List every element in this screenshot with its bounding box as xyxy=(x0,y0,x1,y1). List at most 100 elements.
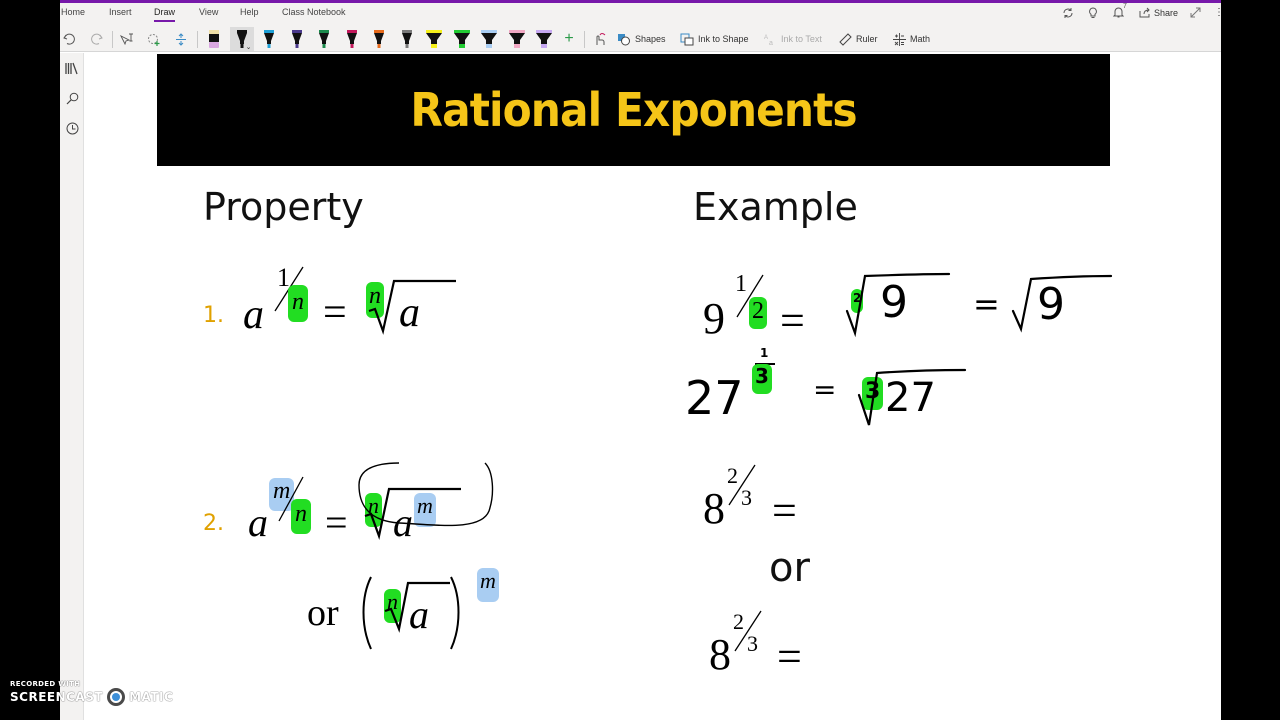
tab-class-notebook[interactable]: Class Notebook xyxy=(282,7,346,17)
svg-text:A: A xyxy=(764,35,768,41)
orange-pen-icon[interactable] xyxy=(367,27,391,51)
svg-text:a: a xyxy=(769,40,773,46)
type-select-icon[interactable] xyxy=(117,27,137,51)
alt-radicand: a xyxy=(409,592,429,637)
pink-highlighter-icon[interactable] xyxy=(505,27,529,51)
green-highlighter-icon[interactable] xyxy=(450,27,474,51)
tab-insert[interactable]: Insert xyxy=(109,7,132,17)
screencast-logo-icon xyxy=(107,688,126,706)
or-text: or xyxy=(307,592,339,634)
ruler-label: Ruler xyxy=(856,34,878,44)
base: a xyxy=(248,500,268,545)
or-text: or xyxy=(769,545,810,591)
share-icon xyxy=(1139,7,1150,18)
base: a xyxy=(243,292,264,338)
math-button[interactable]: Math xyxy=(893,27,930,51)
radicand: 27 xyxy=(885,375,936,421)
navigation-sidebar xyxy=(60,53,84,720)
ink-to-text-label: Ink to Text xyxy=(781,34,822,44)
lavender-highlighter-icon[interactable] xyxy=(532,27,556,51)
property-heading: Property xyxy=(203,185,364,229)
radicand: a xyxy=(399,290,420,336)
base: 8 xyxy=(703,484,725,533)
separator xyxy=(112,31,113,48)
ruler-button[interactable]: Ruler xyxy=(839,27,878,51)
ink-to-text-icon: Aa xyxy=(764,35,773,46)
ink-to-shape-label: Ink to Shape xyxy=(698,34,749,44)
share-button[interactable]: Share xyxy=(1139,7,1178,18)
page-title: Rational Exponents xyxy=(410,83,857,137)
notebook-page[interactable]: Rational Exponents Property Example 1. a… xyxy=(85,53,1221,720)
equals-sign: = xyxy=(323,290,347,336)
share-label: Share xyxy=(1154,7,1179,18)
example-heading: Example xyxy=(693,185,858,229)
simplified-radicand: 9 xyxy=(1037,279,1065,330)
add-pen-button[interactable]: + xyxy=(560,27,578,51)
property-number: 2. xyxy=(203,511,224,536)
separator xyxy=(584,31,585,48)
black-pen-icon[interactable]: ⌄ xyxy=(229,27,254,51)
letterbox-right xyxy=(1221,0,1280,720)
ink-replay-icon[interactable] xyxy=(590,27,608,51)
yellow-highlighter-icon[interactable] xyxy=(422,27,446,51)
notebooks-icon[interactable] xyxy=(63,59,81,77)
screencast-watermark: RECORDED WITH SCREENCAST MATIC xyxy=(10,680,173,706)
math-icon xyxy=(893,32,906,46)
expand-icon[interactable] xyxy=(1190,7,1201,18)
equals-sign: = xyxy=(777,632,802,681)
gray-pen-icon[interactable] xyxy=(395,27,419,51)
lasso-select-icon[interactable] xyxy=(144,27,164,51)
eraser-icon[interactable] xyxy=(202,27,226,51)
watermark-line2: SCREENCAST MATIC xyxy=(10,688,173,706)
exponent-denominator: 2 xyxy=(749,297,767,329)
exponent-denominator: n xyxy=(291,499,311,534)
recent-icon[interactable] xyxy=(63,119,81,137)
watermark-line1: RECORDED WITH xyxy=(10,680,81,688)
exponent-denominator: n xyxy=(288,285,308,322)
math-label: Math xyxy=(910,34,931,44)
shapes-button[interactable]: Shapes xyxy=(617,27,666,51)
exponent-numerator: 1 xyxy=(760,346,769,360)
tab-view[interactable]: View xyxy=(199,7,218,17)
title-banner: Rational Exponents xyxy=(157,54,1110,166)
green-pen-icon[interactable] xyxy=(312,27,336,51)
base: 27 xyxy=(685,371,744,425)
ruler-icon xyxy=(839,32,852,46)
base: 8 xyxy=(709,630,731,679)
onenote-window: Home Insert Draw View Help Class Noteboo… xyxy=(60,0,1224,720)
magenta-pen-icon[interactable] xyxy=(340,27,364,51)
notification-count: 7 xyxy=(1123,3,1127,10)
equals-sign: = xyxy=(813,373,837,406)
exponent-denominator: 3 xyxy=(747,631,758,656)
lightblue-highlighter-icon[interactable] xyxy=(477,27,501,51)
sync-icon[interactable] xyxy=(1062,7,1074,19)
watermark-brand-a: SCREENCAST xyxy=(10,690,104,704)
ink-to-shape-button[interactable]: Ink to Shape xyxy=(680,27,749,51)
circled-annotation xyxy=(358,462,494,527)
base: 9 xyxy=(703,294,725,343)
notifications-icon[interactable]: 7 xyxy=(1113,3,1127,18)
equals-sign: = xyxy=(973,285,1000,323)
blue-pen-icon[interactable] xyxy=(257,27,281,51)
exponent-denominator: 3 xyxy=(741,485,752,510)
ink-to-shape-icon xyxy=(680,33,694,45)
add-space-icon[interactable] xyxy=(171,27,191,51)
alt-exponent: m xyxy=(477,568,499,602)
draw-toolbar: ⌄ + Shapes Ink to Shape Aa Ink to Text R… xyxy=(60,27,1221,51)
tab-draw[interactable]: Draw xyxy=(154,7,176,22)
search-icon[interactable] xyxy=(63,89,81,107)
ribbon: Home Insert Draw View Help Class Noteboo… xyxy=(60,3,1224,52)
undo-icon[interactable] xyxy=(61,27,77,51)
purple-pen-icon[interactable] xyxy=(285,27,309,51)
equals-sign: = xyxy=(772,486,797,535)
exponent-denominator: 3 xyxy=(752,364,772,394)
shapes-label: Shapes xyxy=(635,34,666,44)
tab-help[interactable]: Help xyxy=(240,7,259,17)
tab-home[interactable]: Home xyxy=(61,7,85,17)
ink-to-text-button[interactable]: Aa Ink to Text xyxy=(763,27,822,51)
separator xyxy=(197,31,198,48)
lightbulb-icon[interactable] xyxy=(1088,7,1098,19)
redo-icon[interactable] xyxy=(89,27,105,51)
property-number: 1. xyxy=(203,303,224,328)
equals-sign: = xyxy=(780,296,805,345)
